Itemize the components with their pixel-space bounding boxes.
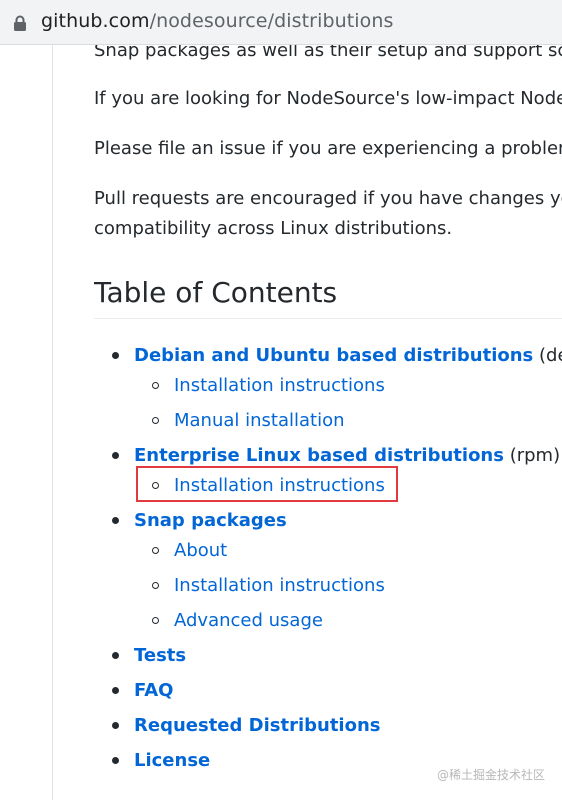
paragraph-snap-intro: Snap packages as well as their setup and…: [94, 45, 562, 61]
heading-divider: [94, 318, 562, 319]
paragraph-pull-requests: Pull requests are encouraged if you have…: [94, 188, 562, 209]
bullet-disc: [112, 517, 119, 524]
toc-link-faq[interactable]: FAQ: [134, 680, 173, 701]
toc-item-snap: Snap packages: [134, 509, 287, 533]
bullet-circle: [152, 417, 159, 424]
toc-link-license[interactable]: License: [134, 750, 210, 771]
toc-subitem: Advanced usage: [174, 609, 323, 633]
toc-subitem: Installation instructions: [174, 574, 385, 598]
bullet-disc: [112, 757, 119, 764]
url-host: github.com: [41, 10, 150, 32]
toc-item-enterprise: Enterprise Linux based distributions (rp…: [134, 444, 560, 468]
toc-suffix-rpm: (rpm): [509, 445, 561, 466]
highlight-box: [136, 466, 398, 502]
toc-link-tests[interactable]: Tests: [134, 645, 186, 666]
toc-link-manual-install[interactable]: Manual installation: [174, 410, 345, 431]
paragraph-file-issue: Please file an issue if you are experien…: [94, 138, 562, 159]
bullet-disc: [112, 452, 119, 459]
toc-item-tests: Tests: [134, 644, 186, 668]
toc-item-debian: Debian and Ubuntu based distributions (d…: [134, 344, 562, 368]
toc-item-license: License: [134, 749, 210, 773]
lock-icon: [14, 15, 26, 31]
toc-item-requested: Requested Distributions: [134, 714, 381, 738]
bullet-disc: [112, 652, 119, 659]
toc-link-snap-about[interactable]: About: [174, 540, 227, 561]
bullet-disc: [112, 687, 119, 694]
bullet-circle: [152, 382, 159, 389]
toc-subitem: About: [174, 539, 227, 563]
toc-link-snap-advanced[interactable]: Advanced usage: [174, 610, 323, 631]
left-border: [52, 45, 53, 800]
toc-link-snap[interactable]: Snap packages: [134, 510, 287, 531]
watermark: @稀土掘金技术社区: [437, 768, 546, 782]
bullet-circle: [152, 617, 159, 624]
url-path: /nodesource/distributions: [149, 10, 394, 32]
toc-link-debian[interactable]: Debian and Ubuntu based distributions: [134, 345, 533, 366]
bullet-disc: [112, 352, 119, 359]
paragraph-low-impact: If you are looking for NodeSource's low-…: [94, 88, 562, 109]
toc-item-faq: FAQ: [134, 679, 173, 703]
toc-subitem: Manual installation: [174, 409, 345, 433]
toc-subitem: Installation instructions: [174, 374, 385, 398]
toc-heading: Table of Contents: [94, 276, 338, 309]
readme-content: Snap packages as well as their setup and…: [94, 45, 562, 800]
paragraph-pull-requests-cont: compatibility across Linux distributions…: [94, 218, 453, 239]
bullet-disc: [112, 722, 119, 729]
address-bar[interactable]: github.com/nodesource/distributions: [0, 0, 562, 45]
toc-link-snap-install[interactable]: Installation instructions: [174, 575, 385, 596]
bullet-circle: [152, 582, 159, 589]
toc-link-requested[interactable]: Requested Distributions: [134, 715, 381, 736]
bullet-circle: [152, 547, 159, 554]
toc-link-debian-install[interactable]: Installation instructions: [174, 375, 385, 396]
toc-link-enterprise[interactable]: Enterprise Linux based distributions: [134, 445, 504, 466]
toc-suffix-deb: (deb): [539, 345, 562, 366]
url-text[interactable]: github.com/nodesource/distributions: [41, 10, 394, 32]
